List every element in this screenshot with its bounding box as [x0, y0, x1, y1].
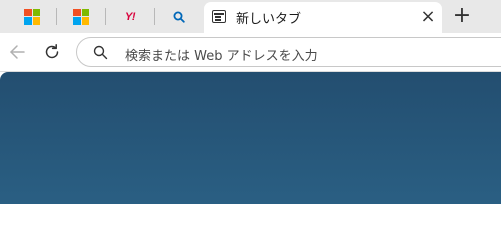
- tab-strip: Y! 新しいタブ × +: [0, 0, 501, 33]
- arrow-left-icon: [10, 45, 25, 59]
- microsoft-logo-icon: [24, 8, 40, 25]
- new-tab-page-background: [0, 72, 501, 204]
- refresh-icon: [45, 44, 59, 59]
- address-bar[interactable]: 検索または Web アドレスを入力: [76, 37, 501, 67]
- pinned-tab-microsoft-2[interactable]: [57, 0, 105, 33]
- pinned-tab-microsoft-1[interactable]: [8, 0, 56, 33]
- new-tab-button[interactable]: +: [448, 2, 476, 30]
- new-tab-page-icon: [212, 10, 226, 23]
- microsoft-logo-icon: [73, 8, 89, 25]
- tab-active[interactable]: 新しいタブ ×: [204, 2, 442, 33]
- back-button[interactable]: [4, 39, 30, 65]
- toolbar: 検索または Web アドレスを入力: [0, 33, 501, 72]
- pinned-tab-yahoo[interactable]: Y!: [106, 0, 154, 33]
- search-icon: [173, 11, 185, 23]
- pinned-tab-search[interactable]: [155, 0, 203, 33]
- yahoo-japan-logo-icon: Y!: [125, 10, 136, 23]
- tab-title: 新しいタブ: [236, 12, 302, 27]
- search-icon: [93, 45, 108, 60]
- address-bar-placeholder: 検索または Web アドレスを入力: [125, 49, 318, 64]
- close-icon[interactable]: ×: [418, 6, 438, 28]
- refresh-button[interactable]: [39, 39, 65, 65]
